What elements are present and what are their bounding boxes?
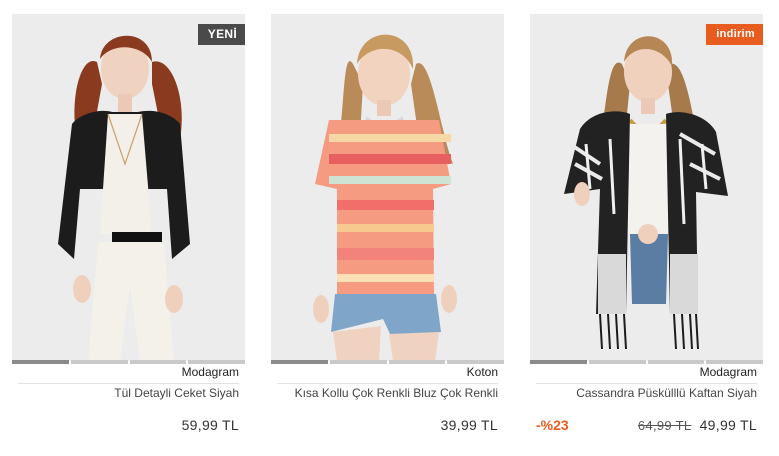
product-name[interactable]: Kısa Kollu Çok Renkli Bluz Çok Renkli [295,386,498,400]
product-price-block: 64,99 TL 49,99 TL [638,417,757,433]
divider [536,383,757,384]
product-price: 39,99 TL [440,417,498,433]
discount-percentage: -%23 [536,417,569,433]
carousel-dot[interactable] [129,360,187,364]
carousel-dot[interactable] [12,360,69,364]
carousel-dot[interactable] [530,360,587,364]
carousel-dot[interactable] [647,360,705,364]
carousel-dot[interactable] [329,360,387,364]
divider [18,383,239,384]
carousel-dot[interactable] [706,360,763,364]
model-illustration [58,35,190,361]
new-badge: YENİ [197,24,245,45]
product-brand[interactable]: Koton [467,365,498,379]
old-price: 64,99 TL [637,418,692,433]
carousel-dot[interactable] [70,360,128,364]
product-card-3[interactable]: indirim Modagram Cassandra Püskülllü Kaf… [530,14,763,444]
carousel-dot[interactable] [588,360,646,364]
image-carousel-indicator[interactable] [12,360,245,364]
product-image[interactable]: YENİ [12,14,245,361]
image-carousel-indicator[interactable] [271,360,504,364]
image-carousel-indicator[interactable] [530,360,763,364]
product-price: 59,99 TL [181,417,239,433]
sale-badge: indirim [706,24,763,53]
product-card-1[interactable]: YENİ Modagram Tül Detayli Ceket Siyah 59… [12,14,245,444]
product-brand[interactable]: Modagram [182,365,239,379]
product-image[interactable] [271,14,504,361]
model-illustration [313,34,457,361]
product-name[interactable]: Cassandra Püskülllü Kaftan Siyah [576,386,757,400]
product-name[interactable]: Tül Detayli Ceket Siyah [114,386,239,400]
product-card-2[interactable]: Koton Kısa Kollu Çok Renkli Bluz Çok Ren… [271,14,504,444]
carousel-dot[interactable] [447,360,504,364]
carousel-dot[interactable] [388,360,446,364]
product-price: 49,99 TL [699,417,757,433]
carousel-dot[interactable] [188,360,245,364]
carousel-dot[interactable] [271,360,328,364]
divider [277,383,498,384]
product-image[interactable]: indirim [530,14,763,361]
product-brand[interactable]: Modagram [700,365,757,379]
model-illustration [564,36,728,350]
